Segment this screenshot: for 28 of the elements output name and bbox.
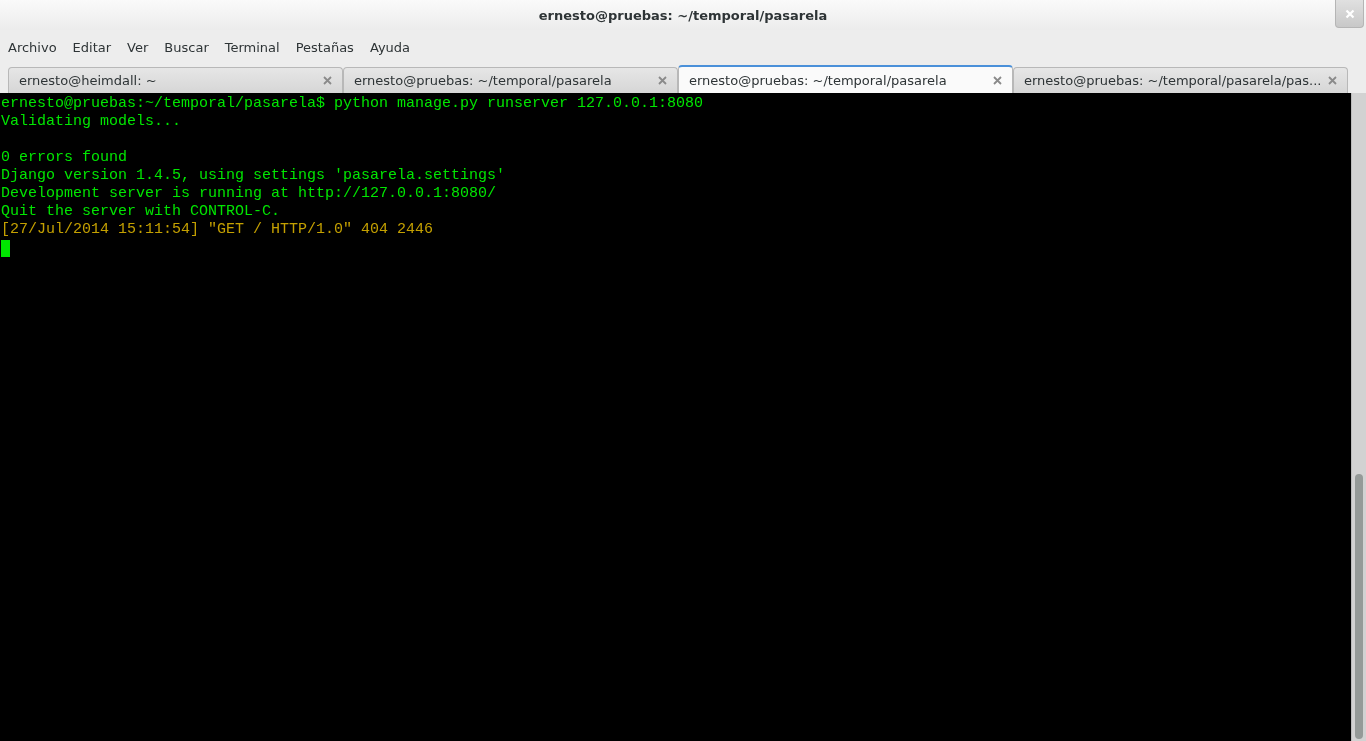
terminal-line: Development server is running at http://127.0.0.1:8080/ <box>1 185 498 203</box>
tab[interactable]: ernesto@pruebas: ~/temporal/pasarela <box>678 65 1013 93</box>
window-title: ernesto@pruebas: ~/temporal/pasarela <box>538 7 828 23</box>
scrollbar-thumb[interactable] <box>1355 474 1363 739</box>
terminal-line: ernesto@pruebas:~/temporal/pasarela$ python manage.py runserver 127.0.0.1:8080 <box>1 95 705 113</box>
tab[interactable]: ernesto@pruebas: ~/temporal/pasarela <box>343 67 678 93</box>
terminal-line: 0 errors found <box>1 149 129 167</box>
menu-item[interactable]: Ver <box>119 39 157 55</box>
close-button[interactable] <box>1335 0 1364 28</box>
scrollbar[interactable] <box>1351 93 1366 741</box>
terminal-line: [27/Jul/2014 15:11:54] "GET / HTTP/1.0" 404 2446 <box>1 221 435 239</box>
menu-item[interactable]: Pestañas <box>287 39 362 55</box>
menu-item[interactable]: Archivo <box>0 39 65 55</box>
terminal-line: Quit the server with CONTROL-C. <box>1 203 282 221</box>
menu-item[interactable]: Ayuda <box>361 39 419 55</box>
close-icon[interactable] <box>323 76 332 85</box>
close-icon[interactable] <box>658 76 667 85</box>
close-icon[interactable] <box>993 75 1002 85</box>
terminal-line: Django version 1.4.5, using settings 'pasarela.settings' <box>1 167 507 185</box>
menu-item[interactable]: Editar <box>64 39 120 55</box>
tab[interactable]: ernesto@pruebas: ~/temporal/pasarela/pas... <box>1013 67 1348 93</box>
terminal-line: Validating models... <box>1 113 183 131</box>
close-icon[interactable] <box>1328 76 1337 85</box>
text-cursor <box>1 240 10 257</box>
tab[interactable]: ernesto@heimdall: ~ <box>8 67 343 93</box>
menu-item[interactable]: Terminal <box>216 39 288 55</box>
menu-item[interactable]: Buscar <box>156 39 217 55</box>
close-icon <box>1344 8 1355 19</box>
